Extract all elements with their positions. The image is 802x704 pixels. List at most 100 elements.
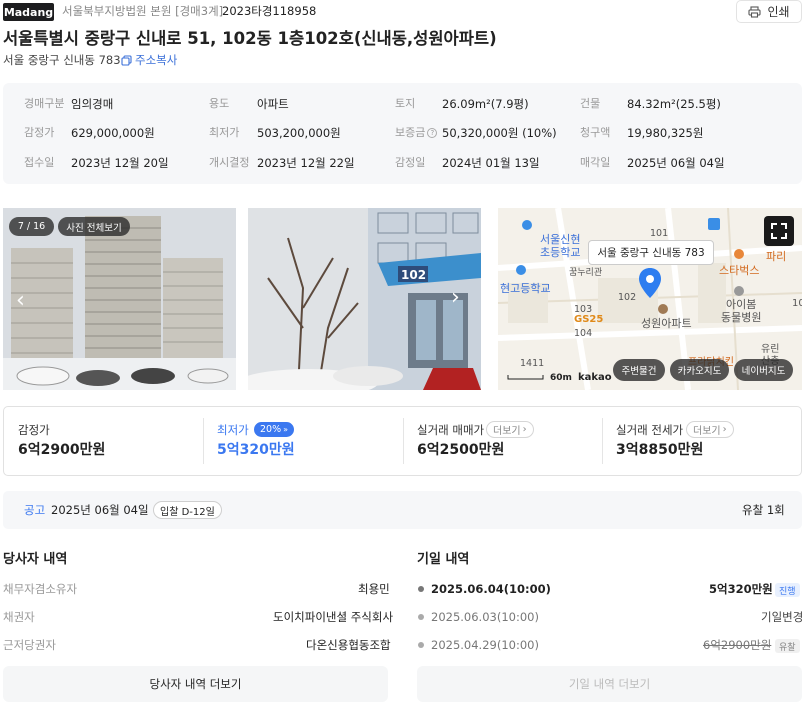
parties-section-title: 당사자 내역: [3, 552, 68, 567]
bullet-dot: [418, 642, 424, 648]
naver-map-button[interactable]: 네이버지도: [734, 359, 793, 381]
schedule-date: 2025.06.04(10:00): [431, 582, 551, 596]
divider: [602, 418, 603, 464]
info-label: 청구액: [580, 126, 611, 139]
info-label: 경매구분: [24, 97, 65, 110]
sale-price-more-button[interactable]: 더보기 ›: [486, 421, 534, 438]
info-value: 2023년 12월 20일: [71, 156, 169, 170]
view-all-photos-button[interactable]: 사진 전체보기: [58, 217, 130, 236]
kakao-logo: kakao: [578, 372, 612, 383]
info-value: 84.32m²(25.5평): [627, 97, 721, 111]
map-scale: 60m: [550, 373, 572, 383]
print-label: 인쇄: [767, 5, 790, 19]
schedule-value: 5억320만원: [709, 582, 773, 596]
location-map[interactable]: 서울신현 초등학교 101 꿈누리관 현고등학교 103 GS25 104 102…: [498, 208, 802, 390]
appraisal-value: 6억2900만원: [18, 442, 106, 458]
discount-badge: 20%»: [254, 422, 295, 437]
court-name: 서울북부지방법원 본원 [경매3계]: [62, 4, 224, 18]
bullet-dot: [418, 614, 424, 620]
info-label: 토지: [395, 97, 416, 110]
hospital-icon: [734, 286, 744, 296]
divider: [403, 418, 404, 464]
schedule-value: 6억2900만원: [703, 638, 772, 652]
info-label: 감정가: [24, 126, 55, 139]
appraisal-label: 감정가: [18, 423, 50, 437]
kakao-map-button[interactable]: 카카오지도: [670, 359, 729, 381]
building-entrance-image: [248, 208, 481, 390]
map-label-kkum: 꿈누리관: [569, 268, 603, 278]
building-number-sign: 102: [401, 268, 427, 282]
party-name: 최용민: [358, 582, 390, 596]
info-value: 503,200,000원: [257, 126, 341, 140]
map-label-school: 서울신현 초등학교: [540, 233, 580, 259]
info-label: 감정일: [395, 156, 426, 169]
copy-icon: [121, 54, 132, 66]
copy-address-label: 주소복사: [135, 53, 178, 67]
party-role: 채무자겸소유자: [3, 582, 78, 596]
lease-price-more-button[interactable]: 더보기 ›: [686, 421, 734, 438]
location-pin-icon: [639, 268, 661, 298]
party-role: 근저당권자: [3, 638, 56, 652]
info-label: 용도: [209, 97, 230, 110]
printer-icon: [748, 5, 762, 18]
copy-address-button[interactable]: 주소복사: [121, 53, 177, 67]
property-photo-2[interactable]: 102 ›: [248, 208, 481, 390]
info-label: 보증금?: [395, 126, 438, 140]
help-icon[interactable]: ?: [427, 128, 438, 138]
bus-icon: [708, 218, 720, 230]
more-label: 더보기: [493, 426, 521, 437]
schedule-more-button[interactable]: 기일 내역 더보기: [417, 666, 802, 702]
map-label-106: 106: [792, 298, 802, 309]
party-name: 다온신용협동조합: [306, 638, 391, 652]
jibun-address: 서울 중랑구 신내동 783: [3, 53, 121, 67]
map-label-hospital: 아이봄 동물병원: [721, 298, 761, 324]
info-label: 최저가: [209, 126, 240, 139]
min-price-value: 5억320만원: [217, 442, 295, 458]
print-button[interactable]: 인쇄: [736, 0, 802, 23]
map-text: 동물병원: [721, 311, 762, 324]
info-label: 건물: [580, 97, 601, 110]
apartment-icon: [658, 304, 668, 314]
cafe-icon: [734, 249, 744, 259]
lease-price-value: 3억8850만원: [616, 442, 704, 458]
dday-badge: 입찰 D-12일: [153, 501, 222, 519]
school-icon-2: [516, 265, 526, 275]
map-text: 아이봄: [726, 298, 757, 311]
double-chevron-down-icon: »: [283, 425, 289, 434]
map-label-highschool: 현고등학교: [500, 282, 551, 295]
madang-logo: Madang: [3, 3, 54, 21]
property-photo-1[interactable]: 7 / 16 사진 전체보기 ‹: [3, 208, 236, 390]
parties-more-button[interactable]: 당사자 내역 더보기: [3, 666, 388, 702]
schedule-value: 기일변경: [761, 610, 802, 624]
map-label-gs25: GS25: [574, 314, 604, 325]
info-value: 2024년 01월 13일: [442, 156, 540, 170]
party-role: 채권자: [3, 610, 35, 624]
chevron-left-icon[interactable]: ‹: [16, 288, 25, 313]
status-badge: 진행: [775, 583, 800, 597]
schedule-date: 2025.06.03(10:00): [431, 610, 539, 624]
notice-label: 공고: [24, 503, 46, 517]
info-value: 19,980,325원: [627, 126, 704, 140]
map-label-101: 101: [650, 228, 669, 239]
map-label-104: 104: [574, 328, 593, 339]
page-title: 서울특별시 중랑구 신내로 51, 102동 1층102호(신내동,성원아파트): [3, 29, 497, 48]
chevron-right-icon: ›: [722, 424, 727, 435]
photo-counter: 7 / 16: [9, 217, 54, 236]
fail-count: 유찰 1회: [742, 503, 785, 517]
deposit-label: 보증금: [395, 126, 426, 139]
chevron-right-icon[interactable]: ›: [451, 285, 460, 310]
expand-icon: [771, 223, 787, 239]
info-value: 2025년 06월 04일: [627, 156, 725, 170]
info-value: 임의경매: [71, 97, 114, 111]
lease-price-label: 실거래 전세가: [616, 423, 684, 437]
info-label: 접수일: [24, 156, 55, 169]
school-icon: [522, 220, 532, 230]
fullscreen-map-button[interactable]: [764, 216, 794, 246]
info-value: 2023년 12월 22일: [257, 156, 355, 170]
case-number: 2023타경118958: [222, 4, 317, 18]
chevron-right-icon: ›: [522, 424, 527, 435]
discount-pct: 20%: [260, 424, 282, 435]
divider: [203, 418, 204, 464]
nearby-properties-button[interactable]: 주변물건: [613, 359, 665, 381]
info-label: 개시결정: [209, 156, 250, 169]
